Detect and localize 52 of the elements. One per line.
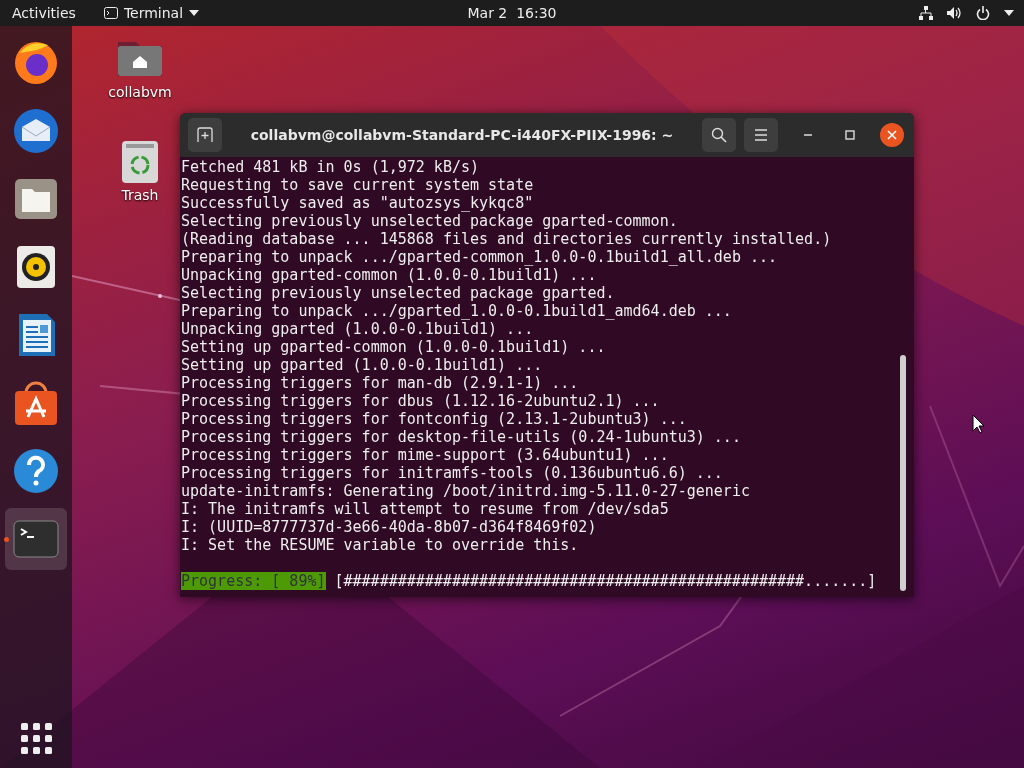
- terminal-line: Unpacking gparted-common (1.0.0-0.1build1) ...: [181, 266, 598, 284]
- new-tab-icon: [197, 127, 213, 143]
- minimize-icon: [803, 134, 813, 136]
- maximize-icon: [845, 130, 855, 140]
- window-title: collabvm@collabvm-Standard-PC-i440FX-PIIX-1996: ~: [249, 127, 675, 143]
- terminal-line: Processing triggers for mime-support (3.64ubuntu1) ...: [181, 446, 670, 464]
- terminal-line: I: Set the RESUME variable to override this.: [181, 536, 580, 554]
- clock[interactable]: Mar 2 16:30: [467, 5, 557, 21]
- caret-icon[interactable]: [189, 10, 200, 16]
- app-menu[interactable]: Terminal: [123, 5, 184, 21]
- shopping-bag-icon[interactable]: [12, 379, 60, 427]
- menu-button[interactable]: [744, 118, 778, 152]
- terminal-line: update-initramfs: Generating /boot/initrd.img-5.11.0-27-generic: [181, 482, 751, 500]
- terminal-line: Preparing to unpack .../gparted-common_1.0.0-0.1build1_all.deb ...: [181, 248, 779, 266]
- envelope-icon[interactable]: [12, 107, 60, 155]
- volume-icon[interactable]: [947, 6, 962, 20]
- search-icon: [711, 127, 727, 143]
- terminal-line: Processing triggers for man-db (2.9.1-1) ...: [181, 374, 580, 392]
- terminal-line: Setting up gparted-common (1.0.0-0.1build1) ...: [181, 338, 607, 356]
- terminal-line: I: (UUID=8777737d-3e66-40da-8b07-d364f8469f02): [181, 518, 598, 536]
- terminal-line: Setting up gparted (1.0.0-0.1build1) ...: [181, 356, 544, 374]
- progress-text: [###################################################.......]: [334, 572, 877, 590]
- terminal-line: Successfully saved as "autozsys_kykqc8": [181, 194, 535, 212]
- terminal-line: Selecting previously unselected package gparted-common.: [181, 212, 679, 230]
- desktop-icon-label[interactable]: Trash: [121, 187, 159, 203]
- app-grid-icon[interactable]: [20, 723, 52, 754]
- terminal-line: Processing triggers for initramfs-tools (0.136ubuntu6.6) ...: [181, 464, 724, 482]
- progress-label: Progress: [ 89%]: [181, 572, 326, 590]
- power-icon[interactable]: [976, 6, 990, 20]
- question-mark-icon[interactable]: [12, 447, 60, 495]
- terminal-line: Requesting to save current system state: [181, 176, 535, 194]
- terminal-line: Fetched 481 kB in 0s (1,972 kB/s): [181, 158, 480, 176]
- cursor-icon: [972, 414, 986, 434]
- terminal-line: I: The initramfs will attempt to resume from /dev/sda5: [181, 500, 670, 518]
- close-icon: [887, 130, 897, 140]
- terminal-line: Unpacking gparted (1.0.0-0.1build1) ...: [181, 320, 535, 338]
- terminal-line: Selecting previously unselected package gparted.: [181, 284, 616, 302]
- close-button[interactable]: [880, 123, 904, 147]
- terminal-line: Processing triggers for dbus (1.12.16-2ubuntu2.1) ...: [181, 392, 661, 410]
- caret-icon[interactable]: [1004, 10, 1014, 16]
- activities-button[interactable]: Activities: [12, 5, 76, 21]
- terminal-line: Processing triggers for fontconfig (2.13.1-2ubuntu3) ...: [181, 410, 688, 428]
- desktop-icon-label[interactable]: collabvm: [108, 84, 172, 100]
- search-button[interactable]: [702, 118, 736, 152]
- terminal-line: Processing triggers for desktop-file-utils (0.24-1ubuntu3) ...: [181, 428, 742, 446]
- terminal-line: (Reading database ... 145868 files and directories currently installed.): [181, 230, 833, 248]
- new-tab-button[interactable]: [188, 118, 222, 152]
- scrollbar-thumb[interactable]: [900, 355, 906, 591]
- menu-icon: [754, 129, 768, 141]
- terminal-line: Preparing to unpack .../gparted_1.0.0-0.1build1_amd64.deb ...: [181, 302, 733, 320]
- network-icon[interactable]: [919, 6, 933, 20]
- terminal-icon: [103, 7, 118, 19]
